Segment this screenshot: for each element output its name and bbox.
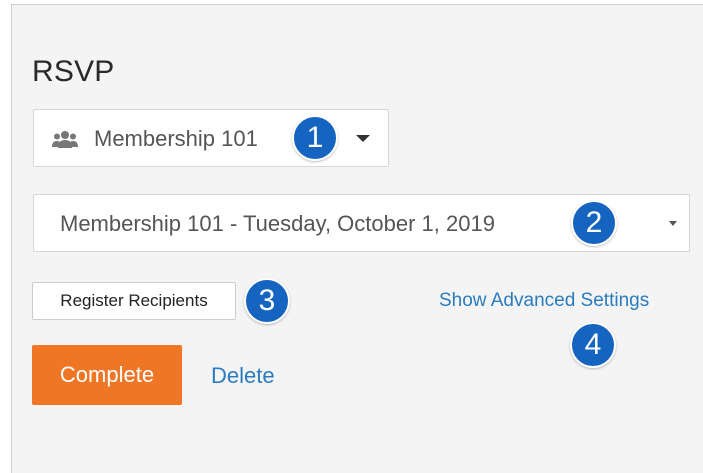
delete-link[interactable]: Delete xyxy=(211,362,275,390)
occurrence-dropdown-value: Membership 101 - Tuesday, October 1, 201… xyxy=(60,211,495,236)
users-icon xyxy=(52,129,78,149)
complete-button[interactable]: Complete xyxy=(32,345,182,405)
group-dropdown-value: Membership 101 xyxy=(94,126,258,151)
register-recipients-button[interactable]: Register Recipients xyxy=(32,282,236,320)
callout-badge: 3 xyxy=(244,278,290,324)
chevron-down-icon xyxy=(669,221,677,226)
page-title: RSVP xyxy=(32,55,115,88)
callout-badge: 4 xyxy=(570,322,616,368)
chevron-down-icon xyxy=(356,135,370,142)
callout-badge: 2 xyxy=(571,200,617,246)
show-advanced-settings-link[interactable]: Show Advanced Settings xyxy=(439,289,649,313)
callout-badge: 1 xyxy=(292,115,338,161)
